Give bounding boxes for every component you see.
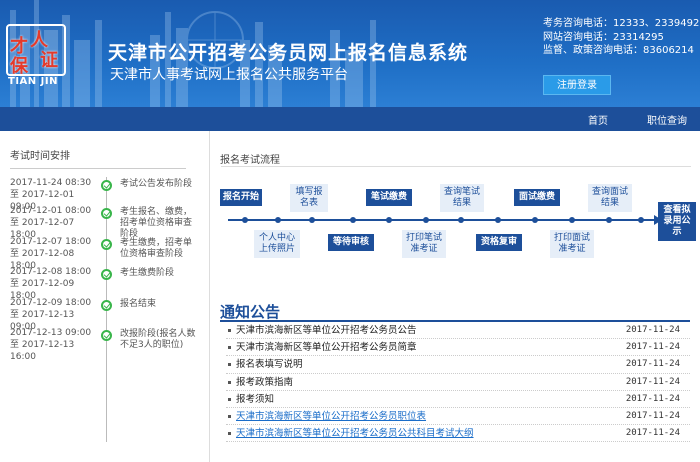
site-header: 人 才 保 证 TIAN JIN 天津市公开招考公务员网上报名信息系统 天津市人… xyxy=(0,0,700,107)
nav-home[interactable]: 首页 xyxy=(588,112,608,127)
flow-title: 报名考试流程 xyxy=(220,155,280,166)
flow-step-start: 报名开始 xyxy=(220,189,262,206)
notice-title[interactable]: 天津市滨海新区等单位公开招考公务员简章 xyxy=(236,339,417,356)
flow-dot xyxy=(532,217,538,223)
timeline-desc: 考生报名、缴费，招考单位资格审查阶段 xyxy=(120,207,193,239)
flow-step-view-hired[interactable]: 查看拟录用公示 xyxy=(658,202,696,241)
check-circle-icon xyxy=(101,180,112,191)
flow-arrow-line xyxy=(228,219,656,221)
flow-dot xyxy=(495,217,501,223)
check-circle-icon xyxy=(101,300,112,311)
bullet-icon xyxy=(228,432,231,436)
notice-title[interactable]: 报名表填写说明 xyxy=(236,356,303,373)
column-divider xyxy=(209,131,210,462)
flow-step-query-written[interactable]: 查询笔试结果 xyxy=(440,184,484,212)
notice-title[interactable]: 天津市滨海新区等单位公开招考公务员公告 xyxy=(236,322,417,339)
notice-date: 2017-11-24 xyxy=(625,410,680,421)
notice-date: 2017-11-24 xyxy=(625,342,680,353)
notice-date: 2017-11-24 xyxy=(625,325,680,335)
main-nav: 首页 职位查询 xyxy=(0,107,700,131)
logo-english-text: TIAN JIN xyxy=(8,76,58,87)
list-item[interactable]: 报名表填写说明 2017-11-24 xyxy=(226,356,690,374)
logo-char-4: 证 xyxy=(40,50,58,71)
contact-row-website: 网站咨询电话：23314295 xyxy=(543,31,664,43)
bullet-icon xyxy=(228,397,231,401)
site-subtitle: 天津市人事考试网上报名公共服务平台 xyxy=(110,67,348,83)
flow-step-await-review: 等待审核 xyxy=(328,234,374,251)
logo-char-3: 保 xyxy=(10,56,28,77)
flow-step-fill-form[interactable]: 填写报名表 xyxy=(290,184,328,212)
site-logo[interactable]: 人 才 保 证 TIAN JIN xyxy=(6,24,66,88)
flow-dot xyxy=(638,217,644,223)
flow-dot xyxy=(386,217,392,223)
exam-process-flow: 报名开始 填写报名表 个人中心上传照片 等待审核 笔试缴费 打印笔试准考证 查询… xyxy=(218,180,700,265)
contact-info: 考务咨询电话：12333、23394926 网站咨询电话：23314295 监督… xyxy=(543,17,700,58)
flow-step-print-interview[interactable]: 打印面试准考证 xyxy=(550,230,594,258)
site-title: 天津市公开招考公务员网上报名信息系统 xyxy=(108,42,469,64)
flow-step-query-interview[interactable]: 查询面试结果 xyxy=(588,184,632,212)
flow-step-recheck: 资格复审 xyxy=(476,234,522,251)
notice-section-title: 通知公告 xyxy=(220,303,281,321)
bullet-icon xyxy=(228,363,231,367)
list-item[interactable]: 天津市滨海新区等单位公开招考公务员公告 2017-11-24 xyxy=(226,322,690,340)
flow-step-upload-photo[interactable]: 个人中心上传照片 xyxy=(254,230,300,258)
register-login-button[interactable]: 注册登录 xyxy=(543,75,611,95)
flow-dot xyxy=(458,217,464,223)
flow-step-written-fee[interactable]: 笔试缴费 xyxy=(366,189,412,206)
check-circle-icon xyxy=(101,239,112,250)
flow-dot xyxy=(569,217,575,223)
flow-step-print-written[interactable]: 打印笔试准考证 xyxy=(402,230,446,258)
notice-date: 2017-11-24 xyxy=(625,428,680,439)
flow-dot xyxy=(350,217,356,223)
timeline-date: 2017-12-13 09:00 至 2017-12-13 16:00 xyxy=(10,328,92,362)
notice-date: 2017-11-24 xyxy=(625,393,680,404)
check-circle-icon xyxy=(101,269,112,280)
notice-title[interactable]: 报考须知 xyxy=(236,391,274,408)
flow-dot xyxy=(423,217,429,223)
flow-dot xyxy=(309,217,315,223)
list-item[interactable]: 报考政策指南 2017-11-24 xyxy=(226,374,690,391)
list-item[interactable]: 天津市滨海新区等单位公开招考公务员职位表 2017-11-24 xyxy=(226,408,690,426)
nav-position-search[interactable]: 职位查询 xyxy=(647,112,687,127)
bullet-icon xyxy=(228,380,231,384)
bullet-icon xyxy=(228,346,231,350)
timeline-desc: 考生缴费，招考单位资格审查阶段 xyxy=(120,238,193,259)
notice-date: 2017-11-24 xyxy=(625,359,680,370)
contact-row-policy: 监督、政策咨询电话：83606214 xyxy=(543,45,694,56)
notice-title[interactable]: 报考政策指南 xyxy=(236,374,293,391)
check-circle-icon xyxy=(101,208,112,219)
list-item[interactable]: 天津市滨海新区等单位公开招考公务员简章 2017-11-24 xyxy=(226,339,690,357)
flow-dot xyxy=(242,217,248,223)
timeline-desc: 报名结束 xyxy=(120,299,157,309)
timeline-desc: 改报阶段(报名人数不足3人的职位) xyxy=(120,329,196,350)
list-item[interactable]: 天津市滨海新区等单位公开招考公务员公共科目考试大纲 2017-11-24 xyxy=(226,425,690,443)
bullet-icon xyxy=(228,329,231,332)
flow-dot xyxy=(275,217,281,223)
contact-row-exam: 考务咨询电话：12333、23394926 xyxy=(543,18,700,29)
list-item[interactable]: 报考须知 2017-11-24 xyxy=(226,391,690,408)
exam-schedule-panel: 考试时间安排 2017-11-24 08:30 至 2017-12-01 09:… xyxy=(10,147,196,442)
flow-dot xyxy=(606,217,612,223)
flow-step-interview-fee[interactable]: 面试缴费 xyxy=(514,189,560,206)
notice-title-link[interactable]: 天津市滨海新区等单位公开招考公务员职位表 xyxy=(236,408,426,425)
notice-title-link[interactable]: 天津市滨海新区等单位公开招考公务员公共科目考试大纲 xyxy=(236,425,474,442)
timeline-desc: 考试公告发布阶段 xyxy=(120,179,193,189)
timeline-desc: 考生缴费阶段 xyxy=(120,268,175,278)
bullet-icon xyxy=(228,414,231,418)
flow-title-underline xyxy=(221,166,691,167)
notice-list: 天津市滨海新区等单位公开招考公务员公告 2017-11-24 天津市滨海新区等单… xyxy=(226,322,690,443)
check-circle-icon xyxy=(101,330,112,341)
schedule-timeline: 2017-11-24 08:30 至 2017-12-01 09:00 考试公告… xyxy=(10,169,196,459)
schedule-title: 考试时间安排 xyxy=(10,147,186,169)
notice-date: 2017-11-24 xyxy=(625,376,680,387)
